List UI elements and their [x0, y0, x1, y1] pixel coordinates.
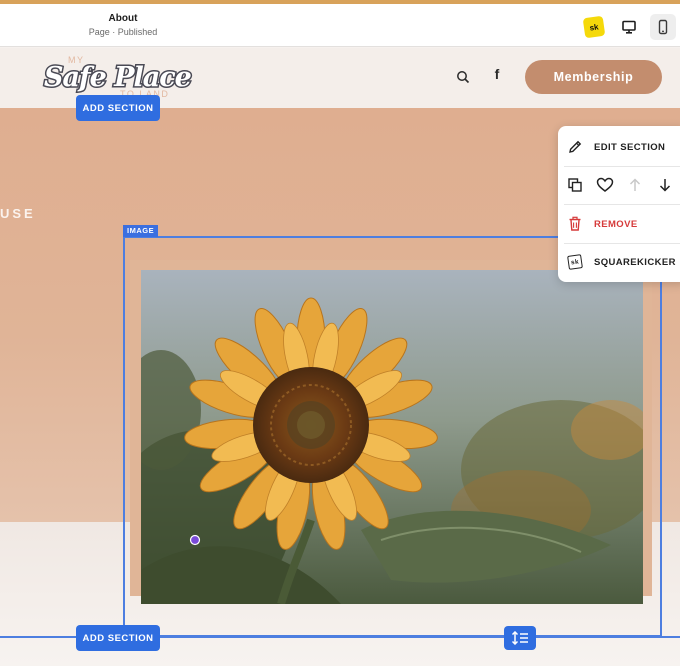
pencil-icon: [564, 136, 586, 158]
arrow-up-icon[interactable]: [624, 174, 646, 196]
logo-main: Safe Place: [44, 62, 192, 93]
page-title[interactable]: About: [60, 13, 186, 24]
squarekicker-item[interactable]: sk SQUAREKICKER: [564, 251, 680, 273]
remove-label: REMOVE: [594, 218, 638, 230]
remove-item[interactable]: REMOVE: [564, 213, 680, 235]
site-logo[interactable]: MY Safe Place TO LAND: [40, 51, 200, 101]
edit-section-label: EDIT SECTION: [594, 141, 666, 153]
membership-button[interactable]: Membership: [525, 60, 662, 94]
section-actions-row: [564, 174, 680, 196]
image-selection-frame: [123, 236, 662, 637]
section-height-handle[interactable]: [504, 626, 536, 650]
heart-icon[interactable]: [594, 174, 616, 196]
trash-icon: [564, 213, 586, 235]
squarekicker-badge[interactable]: sk: [582, 15, 606, 39]
editor-toolbar: About Page · Published sk: [0, 4, 680, 47]
cursor-icon: [189, 534, 201, 546]
menu-divider: [564, 166, 680, 167]
duplicate-icon[interactable]: [564, 174, 586, 196]
section-context-menu: EDIT SECTION REMOVE sk SQUAREKICKER: [558, 126, 680, 282]
squarekicker-mini-badge: sk: [567, 254, 583, 270]
menu-divider: [564, 204, 680, 205]
add-section-button-top[interactable]: ADD SECTION: [76, 95, 160, 121]
arrow-down-icon[interactable]: [654, 174, 676, 196]
squarekicker-icon: sk: [564, 251, 586, 273]
page-status: Page · Published: [88, 27, 158, 37]
edit-section-item[interactable]: EDIT SECTION: [564, 136, 680, 158]
facebook-icon[interactable]: f: [488, 66, 506, 86]
menu-divider: [564, 243, 680, 244]
search-button[interactable]: [454, 68, 472, 86]
mobile-view-button[interactable]: [650, 14, 676, 40]
editor-canvas: About Page · Published sk MY Safe Place …: [0, 0, 680, 666]
search-icon: [457, 71, 470, 84]
desktop-view-button[interactable]: [616, 14, 642, 40]
add-section-button-bottom[interactable]: ADD SECTION: [76, 625, 160, 651]
hero-heading-partial: USE: [0, 206, 36, 221]
squarekicker-label: SQUAREKICKER: [594, 256, 676, 268]
image-block-tag: IMAGE: [123, 225, 159, 237]
desktop-icon: [622, 20, 636, 34]
resize-height-icon: [511, 631, 528, 645]
mobile-icon: [658, 19, 668, 35]
